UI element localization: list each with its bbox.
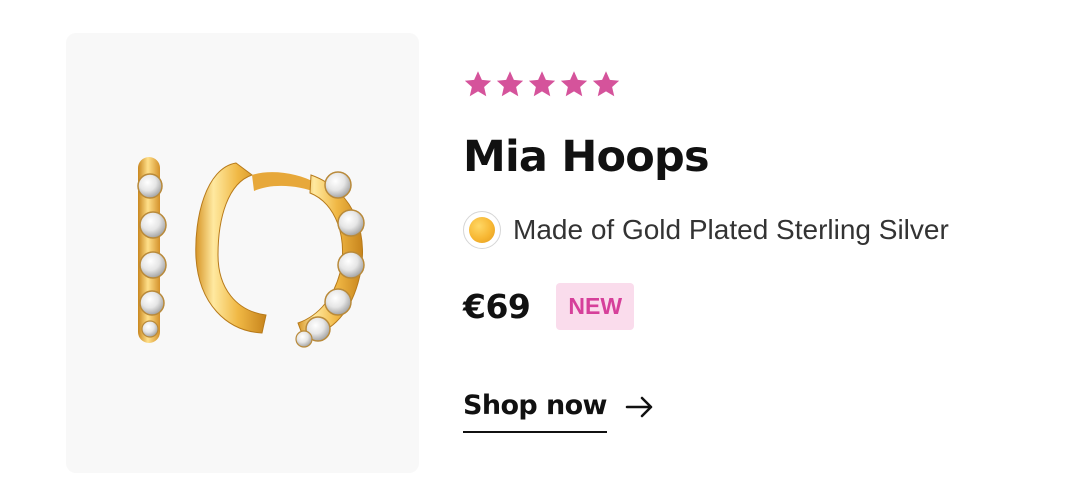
shop-now-link[interactable]: Shop now bbox=[463, 390, 655, 433]
new-badge: NEW bbox=[556, 282, 635, 330]
star-icon bbox=[463, 69, 493, 99]
price-row: €69 NEW bbox=[463, 282, 1053, 330]
product-title[interactable]: Mia Hoops bbox=[463, 130, 1053, 184]
rating-stars bbox=[463, 66, 1053, 102]
product-card: Mia Hoops Made of Gold Plated Sterling S… bbox=[0, 0, 1080, 498]
product-info: Mia Hoops Made of Gold Plated Sterling S… bbox=[463, 66, 1053, 330]
material-row: Made of Gold Plated Sterling Silver bbox=[463, 210, 1053, 250]
arrow-right-icon bbox=[625, 395, 655, 419]
earring-side-view bbox=[137, 157, 167, 343]
shop-now-label: Shop now bbox=[463, 390, 607, 433]
material-swatch[interactable] bbox=[463, 211, 501, 249]
star-icon bbox=[559, 69, 589, 99]
price: €69 bbox=[463, 286, 531, 326]
gold-swatch-icon bbox=[469, 217, 495, 243]
star-icon bbox=[527, 69, 557, 99]
earrings-illustration bbox=[137, 157, 365, 348]
product-image[interactable] bbox=[66, 33, 419, 473]
material-label: Made of Gold Plated Sterling Silver bbox=[513, 214, 949, 245]
star-icon bbox=[495, 69, 525, 99]
star-icon bbox=[591, 69, 621, 99]
earring-hoop-view bbox=[195, 162, 365, 348]
